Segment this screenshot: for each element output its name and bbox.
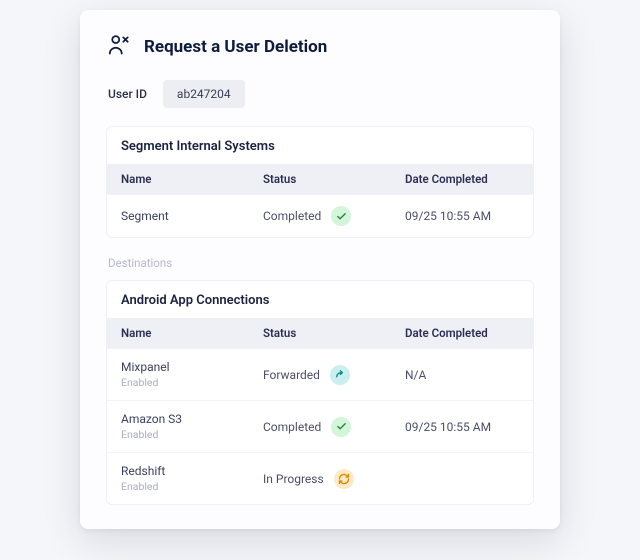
col-name: Name [107,164,249,194]
table-header: Name Status Date Completed [107,318,533,348]
forward-icon [330,365,350,385]
internal-systems-title: Segment Internal Systems [107,127,533,164]
check-icon [331,417,351,437]
row-date: N/A [391,357,533,393]
refresh-icon [334,469,354,489]
row-name: Mixpanel Enabled [107,349,249,400]
row-status: Forwarded [249,354,391,396]
row-status: In Progress [249,458,391,500]
user-id-label: User ID [108,87,147,101]
deletion-request-card: Request a User Deletion User ID ab247204… [80,10,560,529]
row-name: Segment [107,198,249,234]
col-date: Date Completed [391,164,533,194]
table-row: Amazon S3 Enabled Completed 09/25 10:55 … [107,400,533,452]
user-x-icon [106,32,132,62]
android-connections-panel: Android App Connections Name Status Date… [106,280,534,505]
row-date: 09/25 10:55 AM [391,409,533,445]
row-status: Completed [249,195,391,237]
row-date: 09/25 10:55 AM [391,198,533,234]
destinations-label: Destinations [106,252,534,280]
row-status: Completed [249,406,391,448]
card-header: Request a User Deletion [106,32,534,62]
user-id-row: User ID ab247204 [106,80,534,108]
col-date: Date Completed [391,318,533,348]
table-header: Name Status Date Completed [107,164,533,194]
table-row: Mixpanel Enabled Forwarded N/A [107,348,533,400]
table-row: Segment Completed 09/25 10:55 AM [107,194,533,237]
col-name: Name [107,318,249,348]
row-name: Amazon S3 Enabled [107,401,249,452]
table-row: Redshift Enabled In Progress [107,452,533,504]
internal-systems-panel: Segment Internal Systems Name Status Dat… [106,126,534,238]
android-connections-title: Android App Connections [107,281,533,318]
page-title: Request a User Deletion [144,37,327,57]
row-date [391,468,533,490]
user-id-value[interactable]: ab247204 [163,80,245,108]
row-name: Redshift Enabled [107,453,249,504]
col-status: Status [249,318,391,348]
check-icon [331,206,351,226]
col-status: Status [249,164,391,194]
